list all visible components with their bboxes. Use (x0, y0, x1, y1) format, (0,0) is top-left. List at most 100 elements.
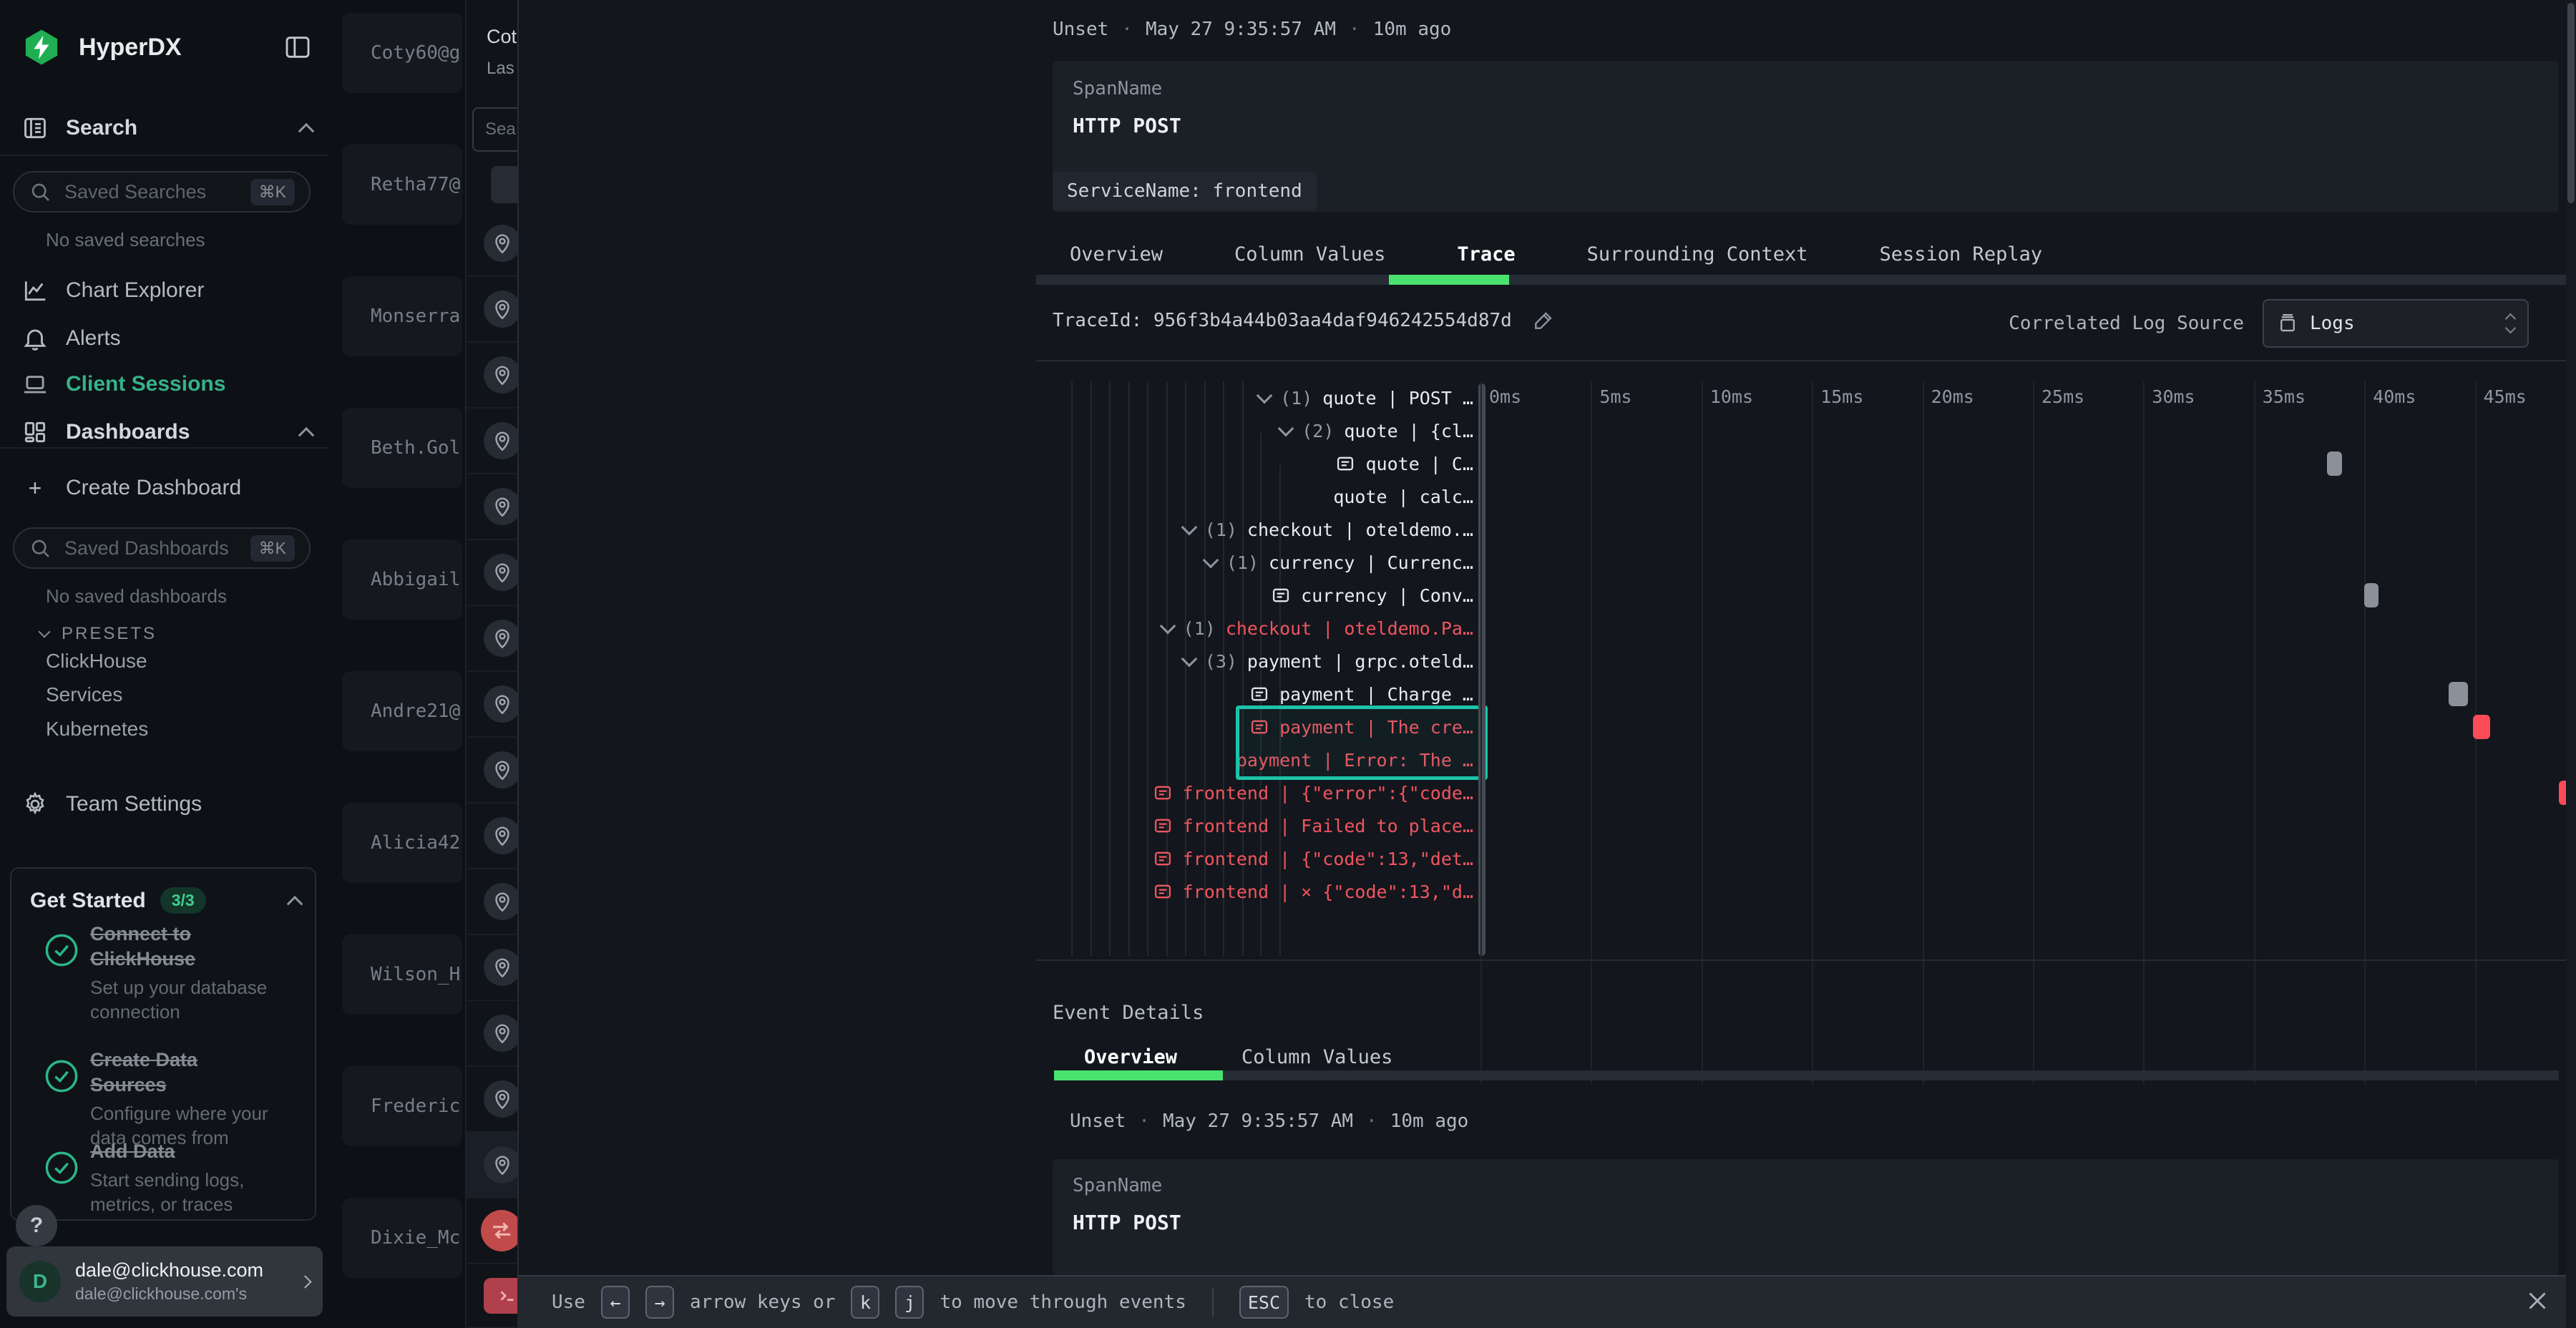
get-started-card: Get Started 3/3 Connect to ClickHouse Se… (10, 867, 316, 1221)
location-event-row[interactable] (467, 211, 517, 277)
session-list-item[interactable]: Monserra (342, 276, 462, 356)
trace-span-row[interactable]: (1)currency | Currenc… (1041, 546, 1473, 579)
tab-session-replay[interactable]: Session Replay (1880, 243, 2043, 265)
trace-span-row[interactable]: frontend | {"error":{"code… (1041, 776, 1473, 809)
location-event-row[interactable] (467, 1001, 517, 1067)
session-list-item[interactable]: Wilson_H (342, 934, 462, 1015)
shortcut-badge: ⌘K (250, 535, 295, 562)
presets-toggle[interactable]: PRESETS (40, 617, 312, 651)
trace-span-row[interactable]: frontend | {"code":13,"det… (1041, 842, 1473, 875)
tab-surrounding-context[interactable]: Surrounding Context (1587, 243, 1808, 265)
location-event-row[interactable] (467, 343, 517, 409)
trace-span-row[interactable]: quote | C… (1041, 447, 1473, 480)
log-icon (1335, 454, 1355, 474)
span-name-label: SpanName (1073, 78, 1162, 99)
edit-icon[interactable] (1532, 309, 1555, 332)
create-dashboard-button[interactable]: + Create Dashboard (21, 471, 312, 505)
search-icon (29, 537, 52, 560)
span-duration-bar[interactable] (2364, 583, 2379, 607)
trace-span-row[interactable]: (1)checkout | oteldemo.… (1041, 513, 1473, 546)
location-event-row[interactable] (467, 1067, 517, 1133)
trace-span-row[interactable]: frontend | × {"code":13,"d… (1041, 875, 1473, 908)
tab-overview[interactable]: Overview (1070, 243, 1163, 265)
sidebar-item-alerts[interactable]: Alerts (21, 321, 312, 356)
sidebar-item-chart-explorer[interactable]: Chart Explorer (21, 273, 312, 308)
sidebar-item-kubernetes[interactable]: Kubernetes (46, 718, 148, 741)
location-event-row[interactable] (467, 474, 517, 540)
get-started-item[interactable]: Add Data Start sending logs, metrics, or… (30, 1139, 301, 1217)
trace-span-row[interactable]: quote | calc… (1041, 480, 1473, 513)
sidebar-item-clickhouse[interactable]: ClickHouse (46, 650, 147, 673)
session-list-item[interactable]: Frederic (342, 1066, 462, 1146)
location-event-row[interactable] (467, 540, 517, 606)
scrollbar-thumb[interactable] (2567, 3, 2575, 203)
tree-scrollbar[interactable] (1478, 384, 1485, 956)
trace-span-row[interactable]: (3)payment | grpc.oteld… (1041, 645, 1473, 678)
location-event-row[interactable] (467, 1133, 517, 1198)
session-search-input[interactable]: Sea (472, 107, 517, 152)
location-event-row[interactable] (467, 277, 517, 343)
chevron-down-icon (1203, 552, 1219, 569)
log-icon (1249, 684, 1269, 704)
session-list-item[interactable]: Beth.Gol (342, 408, 462, 488)
event-row-navigate[interactable] (467, 1198, 517, 1264)
gridline (2254, 381, 2255, 1085)
location-event-row[interactable] (467, 804, 517, 869)
span-duration-bar[interactable] (2473, 715, 2491, 739)
session-list-item[interactable]: Dixie_Mc (342, 1198, 462, 1278)
laptop-icon (21, 371, 49, 398)
span-duration-bar[interactable] (2449, 682, 2469, 706)
trace-span-row[interactable]: (1)checkout | oteldemo.Pa… (1041, 612, 1473, 645)
sidebar-item-team-settings[interactable]: Team Settings (21, 787, 312, 821)
location-pin-icon (484, 1015, 517, 1052)
location-pin-icon (484, 225, 517, 262)
span-duration-bar[interactable] (2327, 451, 2343, 476)
location-event-row[interactable] (467, 738, 517, 804)
session-list-item[interactable]: Abbigail (342, 540, 462, 620)
chevron-up-icon (298, 427, 315, 444)
hyperdx-logo-icon (21, 27, 62, 67)
session-list-item[interactable]: Andre21@ (342, 671, 462, 751)
saved-searches-input[interactable]: Saved Searches ⌘K (13, 171, 311, 213)
location-event-row[interactable] (467, 935, 517, 1001)
tab-trace[interactable]: Trace (1457, 243, 1515, 265)
sidebar: HyperDX Search Saved Searches ⌘K No save… (0, 0, 331, 1328)
location-event-row[interactable] (467, 409, 517, 474)
location-event-row[interactable] (467, 672, 517, 738)
service-name-chip[interactable]: ServiceName: frontend (1053, 172, 1317, 210)
tab-column-values[interactable]: Column Values (1234, 243, 1385, 265)
session-list-item[interactable]: Coty60@g (342, 13, 462, 93)
event-row-console[interactable] (467, 1264, 517, 1328)
tab-overview[interactable]: Overview (1084, 1046, 1177, 1068)
trace-span-row[interactable]: (1)quote | POST … (1041, 381, 1473, 414)
location-event-row[interactable] (467, 606, 517, 672)
arrow-right-key: → (645, 1286, 674, 1319)
sidebar-item-client-sessions[interactable]: Client Sessions (21, 367, 312, 401)
plus-icon: + (21, 475, 49, 502)
get-started-item[interactable]: Connect to ClickHouse Set up your databa… (30, 922, 301, 1025)
location-event-row[interactable] (467, 869, 517, 935)
session-filter-button[interactable] (491, 166, 517, 203)
get-started-item[interactable]: Create Data Sources Configure where your… (30, 1048, 301, 1151)
session-list-item[interactable]: Retha77@ (342, 145, 462, 225)
user-menu[interactable]: D dale@clickhouse.com dale@clickhouse.co… (6, 1246, 323, 1317)
event-title-line: Unset · May 27 9:35:57 AM · 10m ago (1053, 19, 1451, 40)
trace-span-row[interactable]: (2)quote | {cl… (1041, 414, 1473, 447)
help-button[interactable]: ? (16, 1205, 57, 1246)
trace-span-row[interactable]: currency | Conv… (1041, 579, 1473, 612)
trace-span-row[interactable]: frontend | Failed to place… (1041, 809, 1473, 842)
shortcuts-footer: Use ← → arrow keys or k j to move throug… (517, 1275, 2576, 1328)
close-icon[interactable] (2524, 1288, 2550, 1314)
sidebar-item-services[interactable]: Services (46, 683, 122, 706)
session-panel-subtitle: Las (487, 59, 514, 79)
sidebar-collapse-icon[interactable] (283, 33, 312, 62)
chevron-up-icon[interactable] (287, 895, 303, 912)
session-list-item[interactable]: Alicia42 (342, 803, 462, 883)
log-source-select[interactable]: Logs (2263, 299, 2529, 348)
saved-dashboards-input[interactable]: Saved Dashboards ⌘K (13, 527, 311, 569)
vertical-scrollbar[interactable] (2566, 0, 2576, 1328)
brand-row: HyperDX (21, 26, 312, 69)
sidebar-section-search[interactable]: Search (21, 111, 312, 145)
tab-column-values[interactable]: Column Values (1241, 1046, 1392, 1068)
sidebar-section-dashboards[interactable]: Dashboards (21, 415, 312, 449)
